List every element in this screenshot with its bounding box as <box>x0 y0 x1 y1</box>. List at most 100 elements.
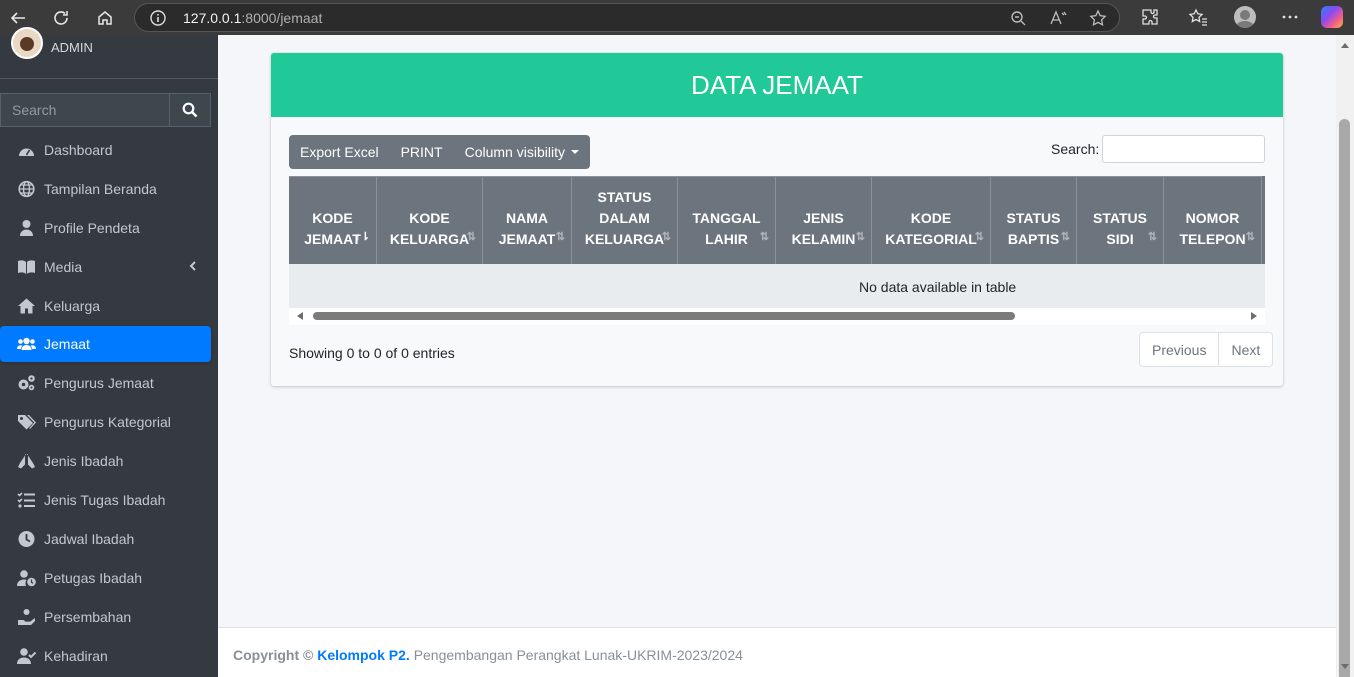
sidebar-item-jemaat[interactable]: Jemaat <box>0 326 211 363</box>
scroll-right-icon[interactable] <box>1251 312 1257 320</box>
zoom-icon[interactable] <box>1009 9 1027 27</box>
avatar[interactable] <box>11 27 43 59</box>
column-header-text: NOMOR TELEPON <box>1179 208 1245 250</box>
empty-table-message: No data available in table <box>859 279 1017 295</box>
sidebar-item-label: Media <box>44 258 83 275</box>
refresh-icon[interactable] <box>48 5 74 31</box>
page-vertical-scrollbar[interactable] <box>1336 35 1354 677</box>
favorites-icon[interactable] <box>1188 7 1208 27</box>
next-page-button[interactable]: Next <box>1218 333 1272 366</box>
scroll-up-icon[interactable] <box>1341 43 1349 48</box>
page-title: DATA JEMAAT <box>691 69 863 100</box>
users-icon <box>17 338 36 351</box>
column-header-text: KODE KELUARGA <box>390 208 469 250</box>
more-options-icon[interactable] <box>1280 7 1300 27</box>
column-header-jenis-kelamin[interactable]: JENIS KELAMIN ⇅ <box>776 176 872 264</box>
sort-icon: ⇅ <box>855 231 865 243</box>
chevron-left-icon <box>189 260 196 271</box>
column-header-kode-jemaat[interactable]: KODE JEMAAT ↑⇂ <box>289 176 377 264</box>
sort-icon: ⇅ <box>1060 231 1070 243</box>
column-visibility-label: Column visibility <box>464 144 565 160</box>
column-header-nama-jemaat[interactable]: NAMA JEMAAT ⇅ <box>483 176 572 264</box>
sidebar-item-pengurus-kategorial[interactable]: Pengurus Kategorial <box>0 404 211 440</box>
caret-down-icon <box>570 150 579 154</box>
column-header-line: JEMAAT <box>498 231 556 247</box>
search-icon <box>182 102 198 118</box>
footer-brand-link[interactable]: Kelompok P2. <box>317 647 410 663</box>
sidebar-item-kehadiran[interactable]: Kehadiran <box>0 638 211 674</box>
profile-avatar-icon[interactable] <box>1234 6 1256 28</box>
sidebar: ADMIN Dashboard Tampilan Beranda Profile… <box>0 27 218 677</box>
favorite-star-icon[interactable] <box>1089 9 1107 27</box>
print-button[interactable]: PRINT <box>390 135 454 169</box>
sidebar-item-jadwal-ibadah[interactable]: Jadwal Ibadah <box>0 521 211 557</box>
book-icon <box>18 260 35 274</box>
table-search-input[interactable] <box>1102 135 1265 163</box>
column-header-line: KODE <box>910 210 952 226</box>
url-text: 127.0.0.1:8000/jemaat <box>183 10 322 26</box>
url-path: :8000/jemaat <box>241 10 323 26</box>
sidebar-item-profile-pendeta[interactable]: Profile Pendeta <box>0 210 211 246</box>
table-empty-row: No data available in table <box>289 264 1265 308</box>
column-header-line: BAPTIS <box>1007 231 1060 247</box>
copyright-label: Copyright © <box>233 647 314 663</box>
previous-page-button[interactable]: Previous <box>1140 333 1218 366</box>
address-bar[interactable]: 127.0.0.1:8000/jemaat <box>134 3 1120 32</box>
user-panel: ADMIN <box>0 27 218 79</box>
home-icon <box>18 298 35 314</box>
home-icon[interactable] <box>92 5 118 31</box>
sidebar-search-input[interactable] <box>0 93 170 127</box>
sort-icon: ⇅ <box>661 231 671 243</box>
sidebar-search-button[interactable] <box>170 93 211 127</box>
column-header-nomor-telepon[interactable]: NOMOR TELEPON ⇅ <box>1164 176 1262 264</box>
column-visibility-button[interactable]: Column visibility <box>454 135 590 169</box>
sidebar-item-keluarga[interactable]: Keluarga <box>0 288 211 324</box>
sidebar-item-label: Jenis Tugas Ibadah <box>44 492 166 509</box>
extensions-icon[interactable] <box>1140 7 1160 27</box>
sidebar-item-jenis-ibadah[interactable]: Jenis Ibadah <box>0 443 211 479</box>
scroll-left-icon[interactable] <box>297 312 303 320</box>
read-aloud-icon[interactable] <box>1049 9 1067 27</box>
column-header-line: KODE <box>409 210 450 226</box>
column-header-kode-kategorial[interactable]: KODE KATEGORIAL ⇅ <box>872 176 991 264</box>
column-header-tanggal-lahir[interactable]: TANGGAL LAHIR ⇅ <box>678 176 776 264</box>
footer: Copyright © Kelompok P2. Pengembangan Pe… <box>218 627 1336 677</box>
copilot-icon[interactable] <box>1321 6 1343 28</box>
sort-icon: ⇅ <box>759 231 769 243</box>
column-header-status-dalam-keluarga[interactable]: STATUS DALAM KELUARGA ⇅ <box>572 176 678 264</box>
column-header-status-baptis[interactable]: STATUS BAPTIS ⇅ <box>991 176 1077 264</box>
data-jemaat-card: DATA JEMAAT Export Excel PRINT Column vi… <box>271 53 1283 386</box>
scrollbar-thumb[interactable] <box>313 312 1015 320</box>
hand-holding-icon <box>18 608 35 625</box>
cogs-icon <box>18 375 35 391</box>
pagination: Previous Next <box>1139 332 1274 367</box>
sort-icon: ⇅ <box>466 231 476 243</box>
footer-description: Pengembangan Perangkat Lunak-UKRIM-2023/… <box>413 647 743 663</box>
globe-icon <box>18 180 35 197</box>
column-header-text: NAMA JEMAAT <box>499 208 556 250</box>
sidebar-item-petugas-ibadah[interactable]: Petugas Ibadah <box>0 560 211 596</box>
sidebar-item-pengurus-jemaat[interactable]: Pengurus Jemaat <box>0 365 211 401</box>
scrollbar-thumb[interactable] <box>1339 119 1350 677</box>
sort-icon: ⇅ <box>1147 231 1157 243</box>
sidebar-item-media[interactable]: Media <box>0 249 211 285</box>
sidebar-item-label: Persembahan <box>44 608 132 625</box>
scroll-down-icon[interactable] <box>1341 664 1349 669</box>
column-header-line: KELUARGA <box>584 231 665 247</box>
column-header-status-sidi[interactable]: STATUS SIDI ⇅ <box>1077 176 1164 264</box>
sidebar-item-label: Keluarga <box>44 297 101 314</box>
info-icon[interactable] <box>149 9 167 27</box>
sidebar-item-persembahan[interactable]: Persembahan <box>0 599 211 635</box>
column-header-line: STATUS <box>1093 210 1147 226</box>
sidebar-item-label: Dashboard <box>44 142 113 158</box>
export-excel-button[interactable]: Export Excel <box>289 135 390 169</box>
sidebar-item-tampilan-beranda[interactable]: Tampilan Beranda <box>0 171 211 207</box>
sidebar-item-jenis-tugas-ibadah[interactable]: Jenis Tugas Ibadah <box>0 482 211 518</box>
clock-icon <box>18 530 35 547</box>
user-name[interactable]: ADMIN <box>51 40 93 55</box>
column-header-line: SIDI <box>1106 231 1134 247</box>
sidebar-item-dashboard[interactable]: Dashboard <box>0 132 211 168</box>
column-header-kode-keluarga[interactable]: KODE KELUARGA ⇅ <box>377 176 483 264</box>
table-horizontal-scrollbar[interactable] <box>289 308 1265 325</box>
column-header-text: KODE JEMAAT <box>304 208 361 250</box>
